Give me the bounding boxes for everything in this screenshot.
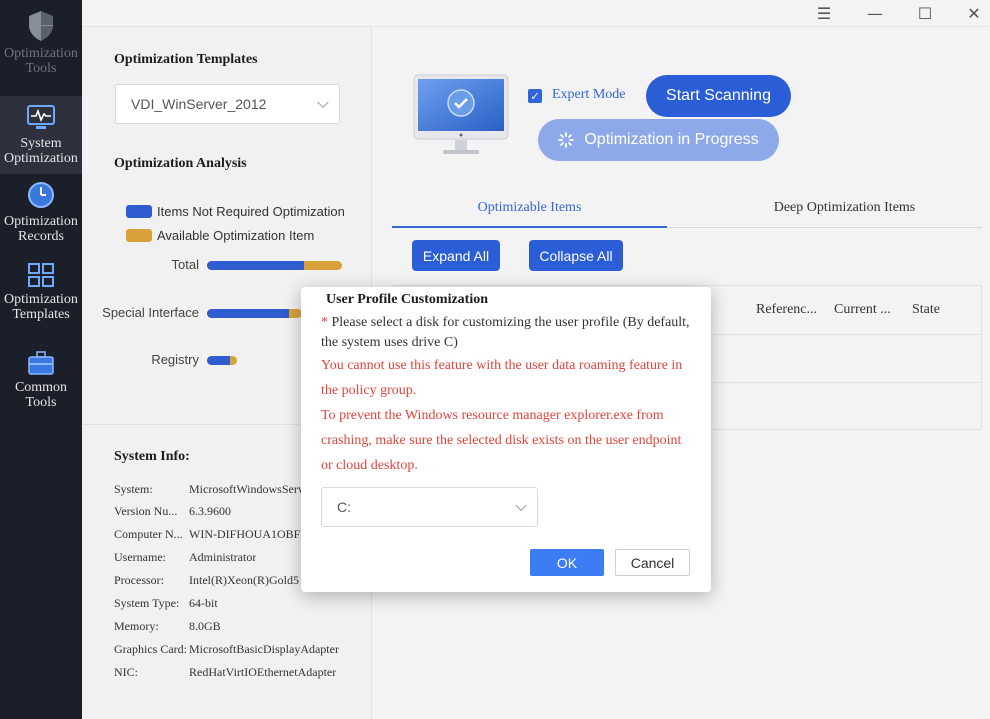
- sidebar-item-optimization-templates[interactable]: Optimization Templates: [0, 262, 82, 336]
- template-select[interactable]: VDI_WinServer_2012: [115, 84, 340, 124]
- in-progress-label: Optimization in Progress: [584, 131, 759, 148]
- info-row-system-type: System Type: 64-bit: [114, 596, 218, 611]
- start-scanning-button[interactable]: Start Scanning: [646, 75, 791, 117]
- template-grid-icon: [28, 263, 54, 287]
- legend-label: Available Optimization Item: [157, 228, 315, 243]
- clock-icon: [28, 182, 54, 208]
- bar-registry-fill: [207, 356, 230, 365]
- info-row-version: Version Nu... 6.3.9600: [114, 504, 231, 519]
- title-bar: ☰ — ☐ ✕: [82, 0, 990, 27]
- bar-special-interface-fill: [207, 309, 289, 318]
- bar-total-fill: [207, 261, 305, 270]
- expand-all-button[interactable]: Expand All: [412, 240, 500, 271]
- template-select-value: VDI_WinServer_2012: [131, 96, 267, 112]
- info-key: Memory:: [114, 619, 159, 633]
- tab-bar: Optimizable Items Deep Optimization Item…: [392, 197, 982, 228]
- sidebar-item-label: Optimization Records: [4, 214, 78, 244]
- tab-optimizable-items[interactable]: Optimizable Items: [392, 197, 667, 228]
- sidebar-item-label: Optimization Templates: [4, 292, 78, 322]
- column-header-reference[interactable]: Referenc...: [756, 302, 817, 318]
- info-key: Graphics Card:: [114, 642, 187, 656]
- legend-swatch-orange: [126, 229, 152, 242]
- bar-label-special-interface: Special Interface: [102, 305, 199, 320]
- warning-explorer: To prevent the Windows resource manager …: [321, 408, 682, 473]
- column-header-state[interactable]: State: [912, 302, 940, 318]
- info-row-processor: Processor: Intel(R)Xeon(R)Gold5: [114, 573, 299, 588]
- toolbox-icon: [28, 351, 54, 375]
- info-value: WIN-DIFHOUA1OBF: [189, 527, 301, 541]
- sidebar: Optimization Tools System Optimization O…: [0, 0, 82, 719]
- user-profile-dialog: User Profile Customization * Please sele…: [301, 287, 711, 592]
- shield-icon: [29, 11, 53, 41]
- legend-label: Items Not Required Optimization: [157, 204, 345, 219]
- info-value: 6.3.9600: [189, 504, 231, 518]
- spinner-icon: [558, 132, 575, 148]
- info-value: 8.0GB: [189, 619, 221, 633]
- chevron-down-icon: [515, 499, 527, 512]
- chevron-down-icon: [317, 96, 329, 109]
- sidebar-item-optimization-records[interactable]: Optimization Records: [0, 180, 82, 254]
- dialog-warnings: You cannot use this feature with the use…: [321, 353, 691, 478]
- info-key: NIC:: [114, 665, 138, 679]
- info-value: Administrator: [189, 550, 257, 564]
- info-key: System Type:: [114, 596, 180, 610]
- maximize-button[interactable]: ☐: [910, 0, 940, 26]
- info-key: Username:: [114, 550, 166, 564]
- dialog-description: * Please select a disk for customizing t…: [321, 313, 691, 353]
- close-button[interactable]: ✕: [959, 0, 989, 26]
- info-row-memory: Memory: 8.0GB: [114, 619, 221, 634]
- menu-icon[interactable]: ☰: [809, 0, 839, 26]
- sidebar-item-label: System Optimization: [4, 136, 78, 166]
- sidebar-item-label: Optimization Tools: [4, 46, 78, 76]
- templates-title: Optimization Templates: [114, 52, 258, 67]
- analysis-title: Optimization Analysis: [114, 156, 247, 171]
- info-key: Version Nu...: [114, 504, 178, 518]
- sidebar-item-common-tools[interactable]: Common Tools: [0, 350, 82, 410]
- dialog-title: User Profile Customization: [326, 292, 489, 307]
- tab-deep-optimization-items[interactable]: Deep Optimization Items: [707, 197, 982, 228]
- bar-total: [207, 261, 342, 270]
- info-row-system: System: MicrosoftWindowsServ: [114, 482, 304, 497]
- bar-special-interface: [207, 309, 302, 318]
- collapse-all-button[interactable]: Collapse All: [529, 240, 623, 271]
- bar-registry: [207, 356, 237, 365]
- bar-label-registry: Registry: [151, 352, 199, 367]
- column-header-current[interactable]: Current ...: [834, 302, 891, 318]
- expert-mode-label[interactable]: Expert Mode: [552, 87, 625, 103]
- info-value: MicrosoftBasicDisplayAdapter: [189, 642, 339, 656]
- info-key: Processor:: [114, 573, 164, 587]
- info-value: MicrosoftWindowsServ: [189, 482, 304, 496]
- ok-button[interactable]: OK: [530, 549, 604, 576]
- required-mark: *: [321, 315, 328, 330]
- bar-label-total: Total: [171, 257, 199, 272]
- disk-select[interactable]: C:: [321, 487, 538, 527]
- disk-select-value: C:: [337, 499, 351, 515]
- minimize-button[interactable]: —: [860, 0, 890, 26]
- info-value: RedHatVirtIOEthernetAdapter: [189, 665, 337, 679]
- sysinfo-title: System Info:: [114, 449, 190, 464]
- sidebar-item-system-optimization[interactable]: System Optimization: [0, 96, 82, 174]
- optimization-in-progress-button[interactable]: Optimization in Progress: [538, 119, 779, 161]
- info-value: 64-bit: [189, 596, 218, 610]
- warning-roaming: You cannot use this feature with the use…: [321, 358, 683, 398]
- info-value: Intel(R)Xeon(R)Gold5: [189, 573, 299, 587]
- info-row-graphics-card: Graphics Card: MicrosoftBasicDisplayAdapt…: [114, 642, 339, 657]
- sidebar-item-label: Common Tools: [14, 380, 68, 410]
- cancel-button[interactable]: Cancel: [615, 549, 690, 576]
- legend-item-available: Available Optimization Item: [126, 228, 314, 243]
- monitor-pulse-icon: [27, 105, 55, 129]
- info-row-nic: NIC: RedHatVirtIOEthernetAdapter: [114, 665, 336, 680]
- info-row-computer-name: Computer N... WIN-DIFHOUA1OBF: [114, 527, 300, 542]
- monitor-check-icon: [413, 74, 509, 154]
- expert-mode-checkbox[interactable]: ✓: [528, 89, 542, 103]
- info-row-username: Username: Administrator: [114, 550, 256, 565]
- legend-item-not-required: Items Not Required Optimization: [126, 204, 345, 219]
- info-key: Computer N...: [114, 527, 183, 541]
- info-key: System:: [114, 482, 153, 496]
- sidebar-item-optimization-tools[interactable]: Optimization Tools: [0, 10, 82, 86]
- description-text: Please select a disk for customizing the…: [321, 315, 690, 350]
- legend-swatch-blue: [126, 205, 152, 218]
